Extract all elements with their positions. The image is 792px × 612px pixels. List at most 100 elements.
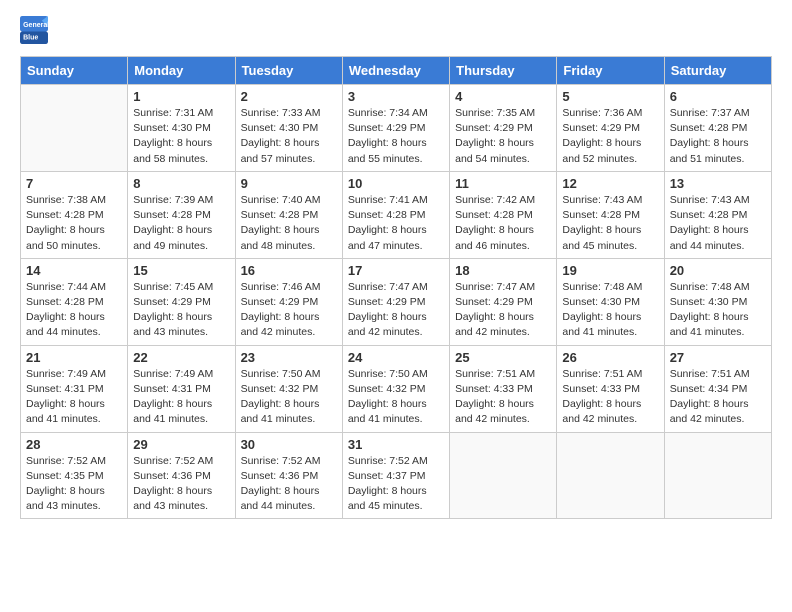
calendar-cell (557, 432, 664, 519)
calendar-cell: 13 Sunrise: 7:43 AM Sunset: 4:28 PM Dayli… (664, 171, 771, 258)
cell-info-text: Sunrise: 7:37 AM Sunset: 4:28 PM Dayligh… (670, 106, 766, 167)
cell-day-number: 10 (348, 176, 444, 191)
calendar-cell: 29 Sunrise: 7:52 AM Sunset: 4:36 PM Dayli… (128, 432, 235, 519)
cell-info-text: Sunrise: 7:46 AM Sunset: 4:29 PM Dayligh… (241, 280, 337, 341)
weekday-header-tuesday: Tuesday (235, 57, 342, 85)
calendar-cell: 25Sunrise: 7:51 AM Sunset: 4:33 PM Dayli… (450, 345, 557, 432)
calendar-cell: 20 Sunrise: 7:48 AM Sunset: 4:30 PM Dayli… (664, 258, 771, 345)
cell-day-number: 7 (26, 176, 122, 191)
page-header: General Blue (20, 16, 772, 44)
calendar-cell (664, 432, 771, 519)
cell-info-text: Sunrise: 7:51 AM Sunset: 4:33 PM Dayligh… (562, 367, 658, 428)
cell-day-number: 13 (670, 176, 766, 191)
calendar-cell: 14 Sunrise: 7:44 AM Sunset: 4:28 PM Dayli… (21, 258, 128, 345)
cell-day-number: 26 (562, 350, 658, 365)
cell-info-text: Sunrise: 7:49 AM Sunset: 4:31 PM Dayligh… (26, 367, 122, 428)
cell-info-text: Sunrise: 7:33 AM Sunset: 4:30 PM Dayligh… (241, 106, 337, 167)
cell-info-text: Sunrise: 7:43 AM Sunset: 4:28 PM Dayligh… (562, 193, 658, 254)
cell-info-text: Sunrise: 7:38 AM Sunset: 4:28 PM Dayligh… (26, 193, 122, 254)
logo: General Blue (20, 16, 52, 44)
calendar-cell: 19 Sunrise: 7:48 AM Sunset: 4:30 PM Dayli… (557, 258, 664, 345)
calendar-cell: 24Sunrise: 7:50 AM Sunset: 4:32 PM Dayli… (342, 345, 449, 432)
weekday-header-wednesday: Wednesday (342, 57, 449, 85)
cell-info-text: Sunrise: 7:49 AM Sunset: 4:31 PM Dayligh… (133, 367, 229, 428)
cell-info-text: Sunrise: 7:52 AM Sunset: 4:36 PM Dayligh… (133, 454, 229, 515)
cell-day-number: 20 (670, 263, 766, 278)
cell-info-text: Sunrise: 7:34 AM Sunset: 4:29 PM Dayligh… (348, 106, 444, 167)
calendar-cell: 22Sunrise: 7:49 AM Sunset: 4:31 PM Dayli… (128, 345, 235, 432)
cell-day-number: 6 (670, 89, 766, 104)
week-row-5: 28 Sunrise: 7:52 AM Sunset: 4:35 PM Dayli… (21, 432, 772, 519)
cell-day-number: 28 (26, 437, 122, 452)
cell-day-number: 19 (562, 263, 658, 278)
cell-day-number: 16 (241, 263, 337, 278)
calendar-cell: 26 Sunrise: 7:51 AM Sunset: 4:33 PM Dayli… (557, 345, 664, 432)
cell-info-text: Sunrise: 7:35 AM Sunset: 4:29 PM Dayligh… (455, 106, 551, 167)
calendar-table: SundayMondayTuesdayWednesdayThursdayFrid… (20, 56, 772, 519)
weekday-header-sunday: Sunday (21, 57, 128, 85)
cell-info-text: Sunrise: 7:39 AM Sunset: 4:28 PM Dayligh… (133, 193, 229, 254)
cell-info-text: Sunrise: 7:52 AM Sunset: 4:36 PM Dayligh… (241, 454, 337, 515)
cell-info-text: Sunrise: 7:36 AM Sunset: 4:29 PM Dayligh… (562, 106, 658, 167)
calendar-cell: 5Sunrise: 7:36 AM Sunset: 4:29 PM Daylig… (557, 85, 664, 172)
cell-day-number: 25 (455, 350, 551, 365)
cell-info-text: Sunrise: 7:43 AM Sunset: 4:28 PM Dayligh… (670, 193, 766, 254)
cell-day-number: 9 (241, 176, 337, 191)
cell-day-number: 30 (241, 437, 337, 452)
calendar-cell: 30 Sunrise: 7:52 AM Sunset: 4:36 PM Dayli… (235, 432, 342, 519)
cell-day-number: 18 (455, 263, 551, 278)
cell-info-text: Sunrise: 7:48 AM Sunset: 4:30 PM Dayligh… (670, 280, 766, 341)
week-row-2: 7 Sunrise: 7:38 AM Sunset: 4:28 PM Daylig… (21, 171, 772, 258)
cell-day-number: 15 (133, 263, 229, 278)
cell-info-text: Sunrise: 7:44 AM Sunset: 4:28 PM Dayligh… (26, 280, 122, 341)
calendar-cell: 31 Sunrise: 7:52 AM Sunset: 4:37 PM Dayli… (342, 432, 449, 519)
cell-day-number: 31 (348, 437, 444, 452)
weekday-header-saturday: Saturday (664, 57, 771, 85)
calendar-cell: 27Sunrise: 7:51 AM Sunset: 4:34 PM Dayli… (664, 345, 771, 432)
weekday-header-thursday: Thursday (450, 57, 557, 85)
calendar-cell: 15 Sunrise: 7:45 AM Sunset: 4:29 PM Dayli… (128, 258, 235, 345)
calendar-cell: 4 Sunrise: 7:35 AM Sunset: 4:29 PM Daylig… (450, 85, 557, 172)
weekday-header-monday: Monday (128, 57, 235, 85)
cell-info-text: Sunrise: 7:41 AM Sunset: 4:28 PM Dayligh… (348, 193, 444, 254)
svg-text:General: General (23, 22, 48, 29)
cell-info-text: Sunrise: 7:52 AM Sunset: 4:35 PM Dayligh… (26, 454, 122, 515)
calendar-cell: 8 Sunrise: 7:39 AM Sunset: 4:28 PM Daylig… (128, 171, 235, 258)
calendar-cell: 16 Sunrise: 7:46 AM Sunset: 4:29 PM Dayli… (235, 258, 342, 345)
weekday-header-friday: Friday (557, 57, 664, 85)
cell-day-number: 29 (133, 437, 229, 452)
calendar-cell: 2Sunrise: 7:33 AM Sunset: 4:30 PM Daylig… (235, 85, 342, 172)
calendar-cell: 12 Sunrise: 7:43 AM Sunset: 4:28 PM Dayli… (557, 171, 664, 258)
cell-day-number: 27 (670, 350, 766, 365)
calendar-cell: 17Sunrise: 7:47 AM Sunset: 4:29 PM Dayli… (342, 258, 449, 345)
cell-day-number: 21 (26, 350, 122, 365)
calendar-cell: 18 Sunrise: 7:47 AM Sunset: 4:29 PM Dayli… (450, 258, 557, 345)
cell-info-text: Sunrise: 7:42 AM Sunset: 4:28 PM Dayligh… (455, 193, 551, 254)
calendar-cell: 28 Sunrise: 7:52 AM Sunset: 4:35 PM Dayli… (21, 432, 128, 519)
logo-icon: General Blue (20, 16, 48, 44)
cell-info-text: Sunrise: 7:31 AM Sunset: 4:30 PM Dayligh… (133, 106, 229, 167)
cell-info-text: Sunrise: 7:47 AM Sunset: 4:29 PM Dayligh… (455, 280, 551, 341)
cell-info-text: Sunrise: 7:48 AM Sunset: 4:30 PM Dayligh… (562, 280, 658, 341)
cell-day-number: 23 (241, 350, 337, 365)
svg-text:Blue: Blue (23, 34, 38, 41)
cell-info-text: Sunrise: 7:45 AM Sunset: 4:29 PM Dayligh… (133, 280, 229, 341)
calendar-cell: 3Sunrise: 7:34 AM Sunset: 4:29 PM Daylig… (342, 85, 449, 172)
cell-day-number: 11 (455, 176, 551, 191)
cell-day-number: 12 (562, 176, 658, 191)
cell-day-number: 8 (133, 176, 229, 191)
week-row-4: 21 Sunrise: 7:49 AM Sunset: 4:31 PM Dayli… (21, 345, 772, 432)
cell-day-number: 14 (26, 263, 122, 278)
week-row-1: 1Sunrise: 7:31 AM Sunset: 4:30 PM Daylig… (21, 85, 772, 172)
cell-info-text: Sunrise: 7:52 AM Sunset: 4:37 PM Dayligh… (348, 454, 444, 515)
calendar-cell: 23Sunrise: 7:50 AM Sunset: 4:32 PM Dayli… (235, 345, 342, 432)
calendar-cell: 21 Sunrise: 7:49 AM Sunset: 4:31 PM Dayli… (21, 345, 128, 432)
calendar-cell: 9Sunrise: 7:40 AM Sunset: 4:28 PM Daylig… (235, 171, 342, 258)
cell-day-number: 24 (348, 350, 444, 365)
header-row: SundayMondayTuesdayWednesdayThursdayFrid… (21, 57, 772, 85)
cell-info-text: Sunrise: 7:47 AM Sunset: 4:29 PM Dayligh… (348, 280, 444, 341)
week-row-3: 14 Sunrise: 7:44 AM Sunset: 4:28 PM Dayli… (21, 258, 772, 345)
calendar-cell: 1Sunrise: 7:31 AM Sunset: 4:30 PM Daylig… (128, 85, 235, 172)
calendar-cell: 11 Sunrise: 7:42 AM Sunset: 4:28 PM Dayli… (450, 171, 557, 258)
cell-day-number: 4 (455, 89, 551, 104)
